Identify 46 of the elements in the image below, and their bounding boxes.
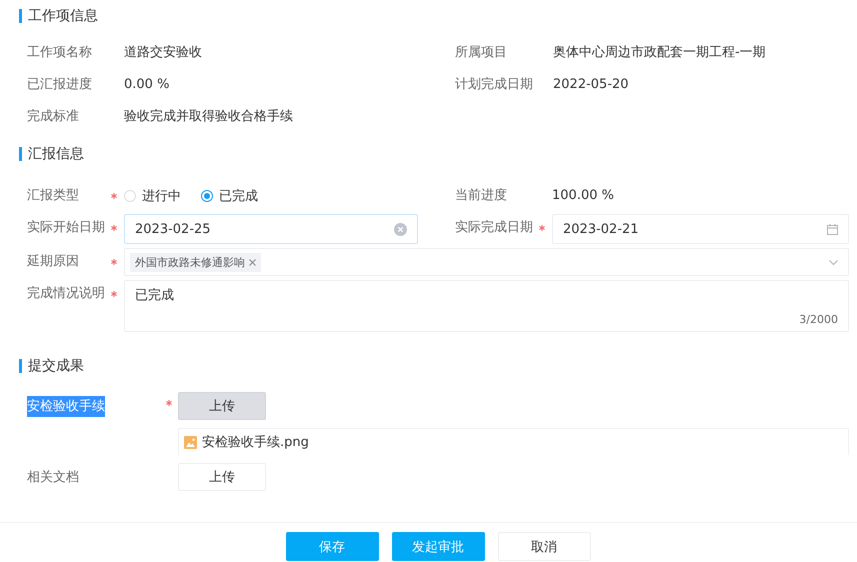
- field-value: 2022-05-20: [553, 76, 630, 94]
- radio-option[interactable]: 已完成: [201, 187, 258, 205]
- calendar-icon[interactable]: [827, 224, 838, 234]
- field-label: 安检验收手续: [27, 396, 105, 417]
- field-label: 汇报类型: [27, 187, 80, 205]
- field-label: 相关文档: [27, 469, 79, 487]
- radio-option[interactable]: 进行中: [124, 187, 181, 205]
- field-value: 0.00 %: [124, 76, 170, 94]
- field-label: 工作项名称: [27, 44, 93, 62]
- image-file-icon: [184, 436, 197, 448]
- required-icon: [111, 291, 117, 297]
- field-label: 所属项目: [455, 44, 508, 62]
- clear-icon[interactable]: [394, 222, 407, 236]
- field-value: 已完成: [135, 287, 175, 304]
- field-label: 延期原因: [27, 253, 80, 271]
- field-label: 完成标准: [27, 108, 80, 126]
- required-icon: [166, 400, 172, 406]
- tag-label: 外国市政路未修通影响: [135, 254, 245, 270]
- field-label: 完成情况说明: [27, 285, 106, 303]
- file-item[interactable]: 安检验收手续.png: [178, 428, 849, 455]
- field-label: 当前进度: [455, 187, 508, 205]
- field-label: 已汇报进度: [27, 76, 93, 94]
- select-field[interactable]: 外国市政路未修通影响: [124, 248, 849, 276]
- cancel-button[interactable]: 取消: [498, 532, 590, 561]
- field-value: 道路交安验收: [124, 44, 203, 62]
- section-title: 提交成果: [28, 357, 84, 375]
- field-value: 奥体中心周边市政配套一期工程-一期: [553, 44, 767, 62]
- field-label: 计划完成日期: [455, 76, 534, 94]
- field-label: 实际完成日期: [455, 219, 534, 237]
- required-icon: [111, 259, 117, 265]
- close-icon[interactable]: [249, 258, 256, 266]
- date-field[interactable]: 2023-02-25: [124, 214, 418, 244]
- description-field[interactable]: 已完成 3/2000: [124, 280, 849, 332]
- upload-button[interactable]: 上传: [178, 463, 266, 491]
- chevron-down-icon[interactable]: [829, 260, 838, 264]
- field-value: 验收完成并取得验收合格手续: [124, 108, 294, 126]
- required-icon: [539, 225, 545, 231]
- field-value: 100.00 %: [552, 187, 615, 205]
- section-title: 汇报信息: [28, 145, 84, 163]
- character-counter: 3/2000: [799, 313, 838, 326]
- upload-button[interactable]: 上传: [178, 392, 266, 420]
- field-label: 实际开始日期: [27, 219, 106, 237]
- required-icon: [111, 193, 117, 199]
- required-icon: [111, 225, 117, 231]
- section-title: 工作项信息: [28, 7, 98, 25]
- date-field[interactable]: 2023-02-21: [552, 214, 849, 244]
